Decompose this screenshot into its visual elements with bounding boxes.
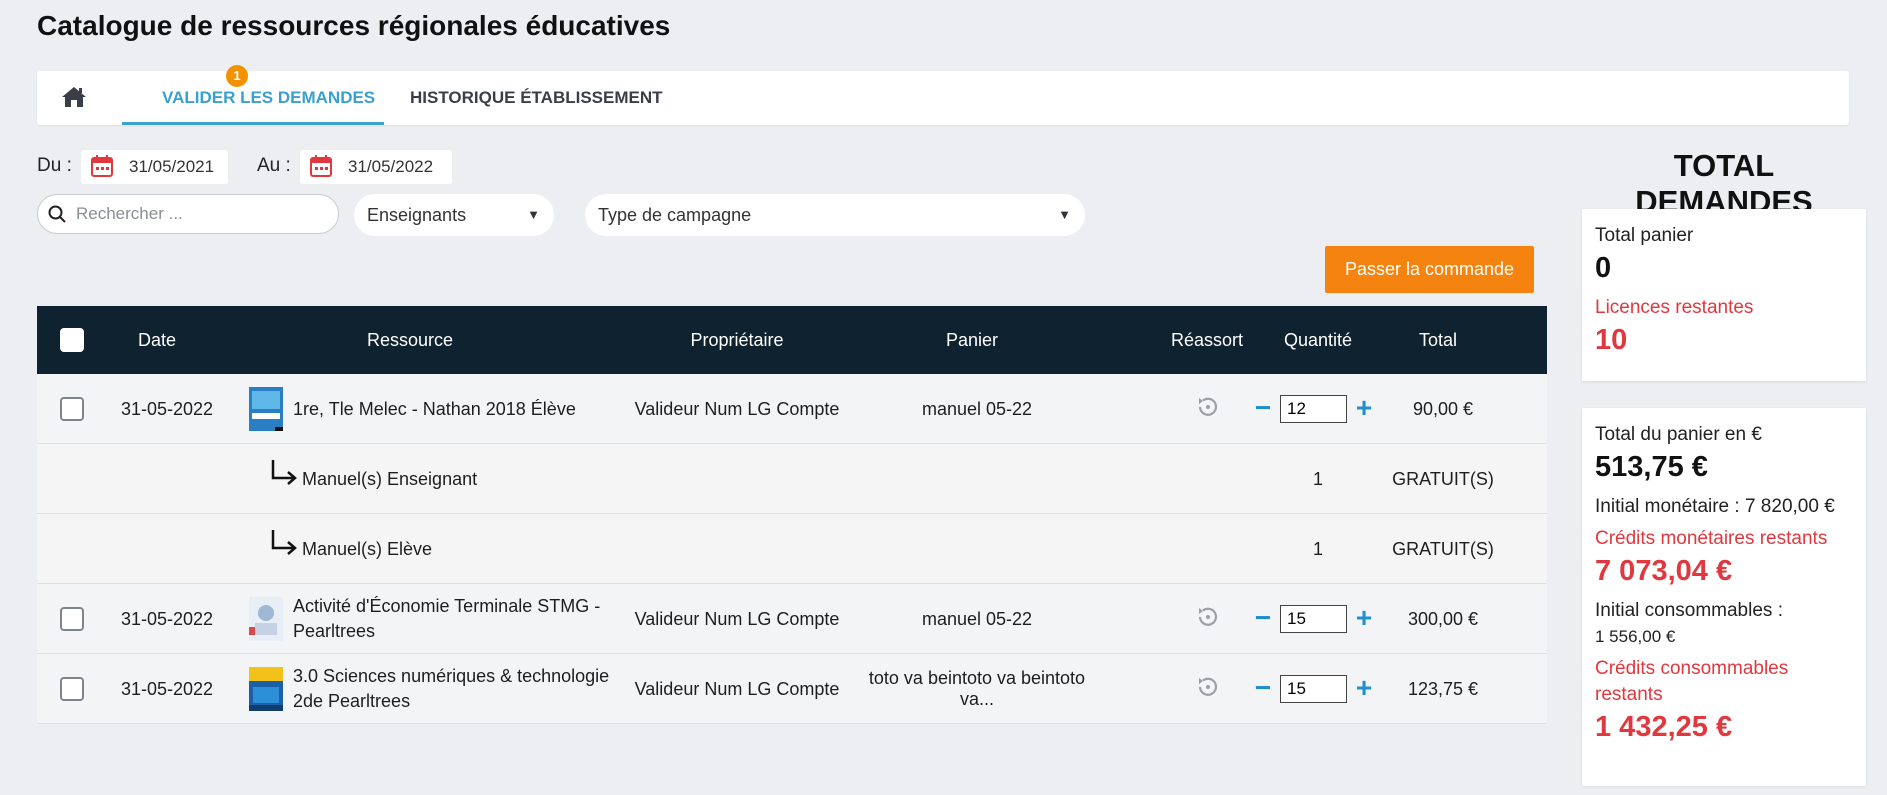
- quantity-input[interactable]: [1280, 605, 1347, 633]
- resource-thumbnail: [249, 667, 283, 711]
- requests-table: Date Ressource Propriétaire Panier Réass…: [37, 306, 1547, 724]
- decrement-button[interactable]: −: [1253, 604, 1273, 633]
- subrow-total: GRATUIT(S): [1392, 538, 1494, 559]
- place-order-button[interactable]: Passer la commande: [1325, 246, 1534, 293]
- cart-total-value: 0: [1595, 252, 1612, 284]
- search-input[interactable]: [76, 203, 326, 225]
- cart-eur-label: Total du panier en €: [1595, 424, 1762, 445]
- column-header-restock: Réassort: [1170, 330, 1244, 350]
- caret-down-icon: ▼: [1058, 207, 1071, 222]
- decrement-button[interactable]: −: [1253, 674, 1273, 703]
- date-from-field[interactable]: 31/05/2021: [81, 150, 228, 184]
- subrow-label: Manuel(s) Elève: [302, 538, 433, 559]
- calendar-icon: [91, 155, 113, 177]
- select-all-checkbox[interactable]: [60, 328, 84, 352]
- table-row: 31-05-2022 Activité d'Économie Terminale…: [37, 584, 1547, 654]
- row-checkbox[interactable]: [60, 677, 84, 701]
- increment-button[interactable]: +: [1354, 604, 1374, 633]
- quantity-stepper: − +: [1253, 604, 1378, 633]
- column-header-date: Date: [137, 330, 177, 350]
- teachers-select[interactable]: Enseignants ▼: [354, 194, 554, 236]
- subrow-quantity: 1: [1312, 468, 1323, 489]
- tab-bar: 1 VALIDER LES DEMANDES HISTORIQUE ÉTABLI…: [37, 65, 1849, 125]
- row-resource: 1re, Tle Melec - Nathan 2018 Élève: [293, 398, 576, 419]
- subrow-quantity: 1: [1312, 538, 1323, 559]
- quantity-stepper: − +: [1253, 394, 1378, 423]
- row-checkbox[interactable]: [60, 397, 84, 421]
- row-checkbox[interactable]: [60, 607, 84, 631]
- date-to-label: Au :: [257, 155, 291, 176]
- initial-consumables-label: Initial consommables :: [1595, 600, 1783, 621]
- row-owner: Valideur Num LG Compte: [634, 398, 840, 419]
- decrement-button[interactable]: −: [1253, 394, 1273, 423]
- row-owner: Valideur Num LG Compte: [634, 678, 840, 699]
- consumable-credits-value: 1 432,25 €: [1595, 711, 1733, 743]
- column-header-total: Total: [1418, 330, 1458, 350]
- sub-item-arrow-icon: [271, 460, 297, 485]
- home-icon[interactable]: [61, 85, 87, 109]
- date-from-value: 31/05/2021: [129, 157, 215, 176]
- column-header-owner: Propriétaire: [690, 330, 784, 350]
- quantity-stepper: − +: [1253, 674, 1378, 703]
- row-date: 31-05-2022: [120, 608, 214, 629]
- row-total: 300,00 €: [1407, 608, 1479, 629]
- tab-validate-requests[interactable]: 1 VALIDER LES DEMANDES: [122, 65, 384, 125]
- row-date: 31-05-2022: [120, 678, 214, 699]
- row-cart: manuel 05-22: [921, 398, 1033, 419]
- table-subrow: Manuel(s) Enseignant 1 GRATUIT(S): [37, 444, 1547, 514]
- page-title: Catalogue de ressources régionales éduca…: [37, 10, 671, 41]
- row-total: 123,75 €: [1407, 678, 1479, 699]
- tab-validate-label: VALIDER LES DEMANDES: [162, 88, 376, 107]
- table-subrow: Manuel(s) Elève 1 GRATUIT(S): [37, 514, 1547, 584]
- sub-item-arrow-icon: [271, 530, 297, 555]
- tab-history[interactable]: HISTORIQUE ÉTABLISSEMENT: [410, 71, 663, 125]
- table-row: 31-05-2022 1re, Tle Melec - Nathan 2018 …: [37, 374, 1547, 444]
- teachers-select-value: Enseignants: [367, 205, 467, 225]
- budget-summary-card: Total du panier en € 513,75 € Initial mo…: [1582, 408, 1866, 786]
- table-row: 31-05-2022 3.0 Sciences numériques & tec…: [37, 654, 1547, 724]
- licences-remaining-label: Licences restantes: [1595, 297, 1754, 318]
- row-owner: Valideur Num LG Compte: [634, 608, 840, 629]
- cart-total-label: Total panier: [1595, 225, 1694, 246]
- monetary-credits-label: Crédits monétaires restants: [1595, 528, 1828, 549]
- resource-thumbnail: [249, 387, 283, 431]
- date-from-label: Du :: [37, 155, 72, 176]
- calendar-icon: [310, 155, 332, 177]
- resource-thumbnail: [249, 597, 283, 641]
- column-header-cart: Panier: [945, 330, 999, 350]
- row-date: 31-05-2022: [120, 398, 214, 419]
- restock-icon[interactable]: [1195, 394, 1221, 420]
- row-cart: manuel 05-22: [921, 608, 1033, 629]
- caret-down-icon: ▼: [527, 207, 540, 222]
- subrow-label: Manuel(s) Enseignant: [302, 468, 478, 489]
- column-header-quantity: Quantité: [1283, 330, 1353, 350]
- increment-button[interactable]: +: [1354, 674, 1374, 703]
- row-total: 90,00 €: [1412, 398, 1474, 419]
- search-icon: [48, 205, 66, 223]
- cart-summary-card: Total panier 0 Licences restantes 10: [1582, 209, 1866, 381]
- campaign-type-select[interactable]: Type de campagne ▼: [585, 194, 1085, 236]
- quantity-input[interactable]: [1280, 395, 1347, 423]
- date-to-value: 31/05/2022: [348, 157, 434, 176]
- cart-eur-value: 513,75 €: [1595, 451, 1708, 483]
- table-header: Date Ressource Propriétaire Panier Réass…: [37, 306, 1547, 374]
- row-cart: toto va beintoto va beintoto va...: [868, 668, 1086, 709]
- restock-icon[interactable]: [1195, 674, 1221, 700]
- campaign-type-select-value: Type de campagne: [598, 205, 752, 225]
- increment-button[interactable]: +: [1354, 394, 1374, 423]
- search-box: [37, 194, 339, 234]
- notification-badge: 1: [226, 65, 248, 87]
- date-to-field[interactable]: 31/05/2022: [300, 150, 452, 184]
- subrow-total: GRATUIT(S): [1392, 468, 1494, 489]
- column-header-resource: Ressource: [366, 330, 454, 350]
- quantity-input[interactable]: [1280, 675, 1347, 703]
- consumable-credits-label: Crédits consommables restants: [1595, 658, 1789, 705]
- restock-icon[interactable]: [1195, 604, 1221, 630]
- initial-consumables-value: 1 556,00 €: [1595, 627, 1676, 646]
- licences-remaining-value: 10: [1595, 324, 1628, 356]
- row-resource: 3.0 Sciences numériques & technologie 2d…: [293, 666, 610, 711]
- initial-monetary: Initial monétaire : 7 820,00 €: [1595, 496, 1835, 517]
- row-resource: Activité d'Économie Terminale STMG - Pea…: [293, 596, 601, 641]
- monetary-credits-value: 7 073,04 €: [1595, 555, 1733, 587]
